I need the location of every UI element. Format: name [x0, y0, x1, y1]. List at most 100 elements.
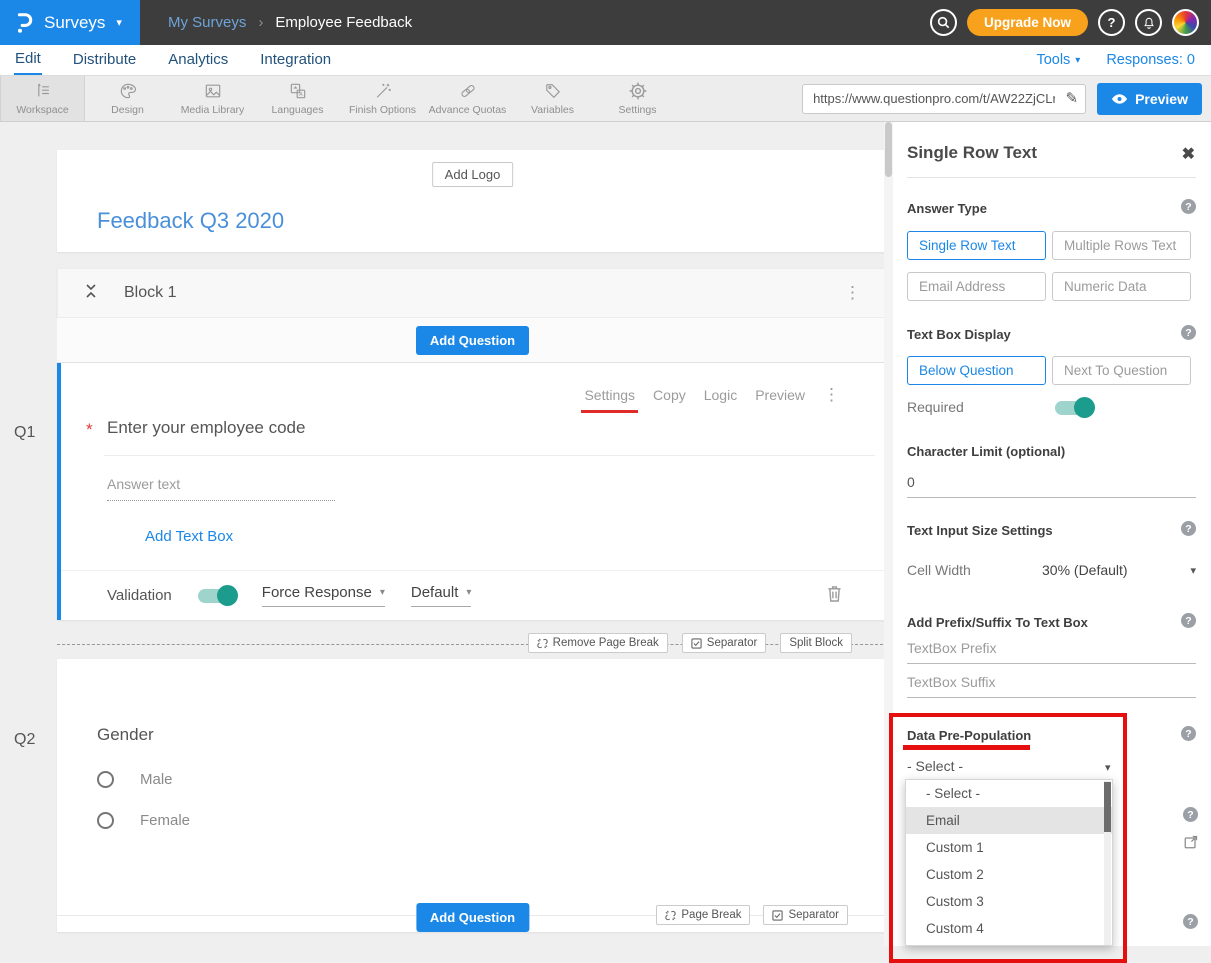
toolbar-item-variables[interactable]: Variables	[510, 76, 595, 121]
help-icon[interactable]: ?	[1183, 914, 1198, 929]
dropdown-option-custom1[interactable]: Custom 1	[906, 834, 1112, 861]
add-question-button[interactable]: Add Question	[416, 326, 529, 355]
help-icon[interactable]: ?	[1181, 199, 1196, 214]
option-label-female[interactable]: Female	[140, 812, 190, 829]
dropdown-option-email[interactable]: Email	[906, 807, 1112, 834]
data-prepopulation-header: Data Pre-Population ?	[907, 727, 1196, 745]
toolbar-item-settings[interactable]: Settings	[595, 76, 680, 121]
display-below-question[interactable]: Below Question	[907, 356, 1046, 385]
product-switcher[interactable]: Surveys ▾	[0, 0, 140, 45]
help-icon[interactable]: ?	[1183, 807, 1198, 822]
textbox-suffix-input[interactable]	[907, 670, 1196, 698]
help-icon[interactable]: ?	[1181, 613, 1196, 628]
question-tab-logic[interactable]: Logic	[704, 387, 737, 403]
survey-url-input[interactable]	[802, 84, 1086, 114]
dropdown-scrollbar-thumb[interactable]	[1104, 782, 1111, 832]
question-tab-copy[interactable]: Copy	[653, 387, 686, 403]
dropdown-option-custom4[interactable]: Custom 4	[906, 915, 1112, 942]
question-tab-preview[interactable]: Preview	[755, 387, 805, 403]
text-box-display-header: Text Box Display ?	[907, 326, 1196, 344]
question1-text[interactable]: Enter your employee code	[107, 418, 305, 438]
dropdown-option-select[interactable]: - Select -	[906, 780, 1112, 807]
validation-toggle[interactable]	[198, 589, 236, 603]
display-next-to-question[interactable]: Next To Question	[1052, 356, 1191, 385]
block-title[interactable]: Block 1	[124, 284, 176, 302]
required-label: Required	[907, 399, 964, 415]
answer-type-multiple-rows[interactable]: Multiple Rows Text	[1052, 231, 1191, 260]
panel-title: Single Row Text	[907, 143, 1037, 162]
eye-icon	[1111, 93, 1128, 105]
breadcrumb-my-surveys[interactable]: My Surveys	[168, 14, 246, 31]
breadcrumb-separator: ›	[258, 14, 263, 31]
chevron-down-icon[interactable]: ▾	[1190, 564, 1196, 577]
toolbar-item-media-library[interactable]: Media Library	[170, 76, 255, 121]
character-limit-input[interactable]	[907, 470, 1196, 498]
required-toggle[interactable]	[1055, 401, 1093, 415]
dropdown-option-custom2[interactable]: Custom 2	[906, 861, 1112, 888]
toolbar-item-advance-quotas[interactable]: Advance Quotas	[425, 76, 510, 121]
topbar: Surveys ▾ My Surveys › Employee Feedback…	[0, 0, 1211, 45]
toolbar-item-languages[interactable]: A Languages	[255, 76, 340, 121]
dropdown-option-custom3[interactable]: Custom 3	[906, 888, 1112, 915]
page-break-button[interactable]: Page Break	[656, 905, 750, 925]
help-icon[interactable]: ?	[1181, 521, 1196, 536]
radio-male[interactable]	[97, 771, 114, 788]
add-logo-button[interactable]: Add Logo	[432, 162, 514, 187]
scrollbar-thumb[interactable]	[885, 122, 892, 177]
radio-female[interactable]	[97, 812, 114, 829]
data-prepopulation-dropdown: - Select - Email Custom 1 Custom 2 Custo…	[905, 779, 1113, 946]
split-block-label: Split Block	[789, 637, 843, 649]
tab-integration[interactable]: Integration	[259, 46, 332, 74]
notifications-button[interactable]	[1135, 9, 1162, 36]
search-button[interactable]	[930, 9, 957, 36]
split-block-button[interactable]: Split Block	[780, 633, 852, 653]
add-question-button-bottom[interactable]: Add Question	[416, 903, 529, 932]
option-label-male[interactable]: Male	[140, 771, 173, 788]
cell-width-value[interactable]: 30% (Default)	[1042, 562, 1128, 578]
survey-title[interactable]: Feedback Q3 2020	[97, 208, 284, 234]
data-prepopulation-select[interactable]: - Select - ▾	[907, 758, 1196, 776]
close-panel-icon[interactable]: ✖	[1182, 144, 1195, 164]
toolbar-item-label: Design	[111, 104, 144, 116]
tab-distribute[interactable]: Distribute	[72, 46, 137, 74]
answer-text-input[interactable]	[107, 473, 335, 501]
answer-type-email[interactable]: Email Address	[907, 272, 1046, 301]
question-menu-icon[interactable]: ⋮	[823, 385, 840, 405]
toolbar-item-finish-options[interactable]: Finish Options	[340, 76, 425, 121]
separator-button[interactable]: Separator	[682, 633, 767, 653]
toolbar-item-workspace[interactable]: Workspace	[0, 76, 85, 121]
chevron-down-icon: ▾	[116, 16, 122, 29]
separator-button-bottom[interactable]: Separator	[763, 905, 848, 925]
validation-default-dropdown[interactable]: Default ▾	[411, 584, 472, 607]
answer-type-label: Answer Type	[907, 201, 987, 216]
input-size-header: Text Input Size Settings ?	[907, 522, 1196, 540]
upgrade-now-button[interactable]: Upgrade Now	[967, 9, 1088, 36]
help-icon[interactable]: ?	[1181, 325, 1196, 340]
question-tab-settings[interactable]: Settings	[584, 387, 635, 403]
tab-analytics[interactable]: Analytics	[167, 46, 229, 74]
answer-type-single-row[interactable]: Single Row Text	[907, 231, 1046, 260]
textbox-prefix-input[interactable]	[907, 636, 1196, 664]
help-button[interactable]: ?	[1098, 9, 1125, 36]
remove-page-break-button[interactable]: Remove Page Break	[528, 633, 668, 653]
red-annotation-underline	[903, 745, 1030, 750]
collapse-block-icon[interactable]	[84, 283, 98, 304]
tools-menu[interactable]: Tools ▾	[1036, 52, 1080, 68]
add-text-box-link[interactable]: Add Text Box	[145, 528, 233, 545]
preview-button[interactable]: Preview	[1097, 83, 1202, 115]
responses-count[interactable]: Responses: 0	[1106, 52, 1195, 68]
force-response-dropdown[interactable]: Force Response ▾	[262, 584, 385, 607]
help-icon[interactable]: ?	[1181, 726, 1196, 741]
external-link-icon[interactable]	[1183, 834, 1199, 855]
tab-edit[interactable]: Edit	[14, 45, 42, 75]
toolbar-item-design[interactable]: Design	[85, 76, 170, 121]
user-avatar[interactable]	[1172, 9, 1199, 36]
block-menu-icon[interactable]: ⋮	[844, 283, 861, 303]
edit-url-icon[interactable]: ✎	[1065, 89, 1078, 107]
question2-text[interactable]: Gender	[97, 725, 154, 745]
canvas-scrollbar[interactable]	[884, 122, 893, 946]
delete-question-button[interactable]	[827, 584, 842, 607]
answer-type-numeric[interactable]: Numeric Data	[1052, 272, 1191, 301]
validation-label: Validation	[107, 587, 172, 604]
product-name: Surveys	[44, 13, 105, 33]
